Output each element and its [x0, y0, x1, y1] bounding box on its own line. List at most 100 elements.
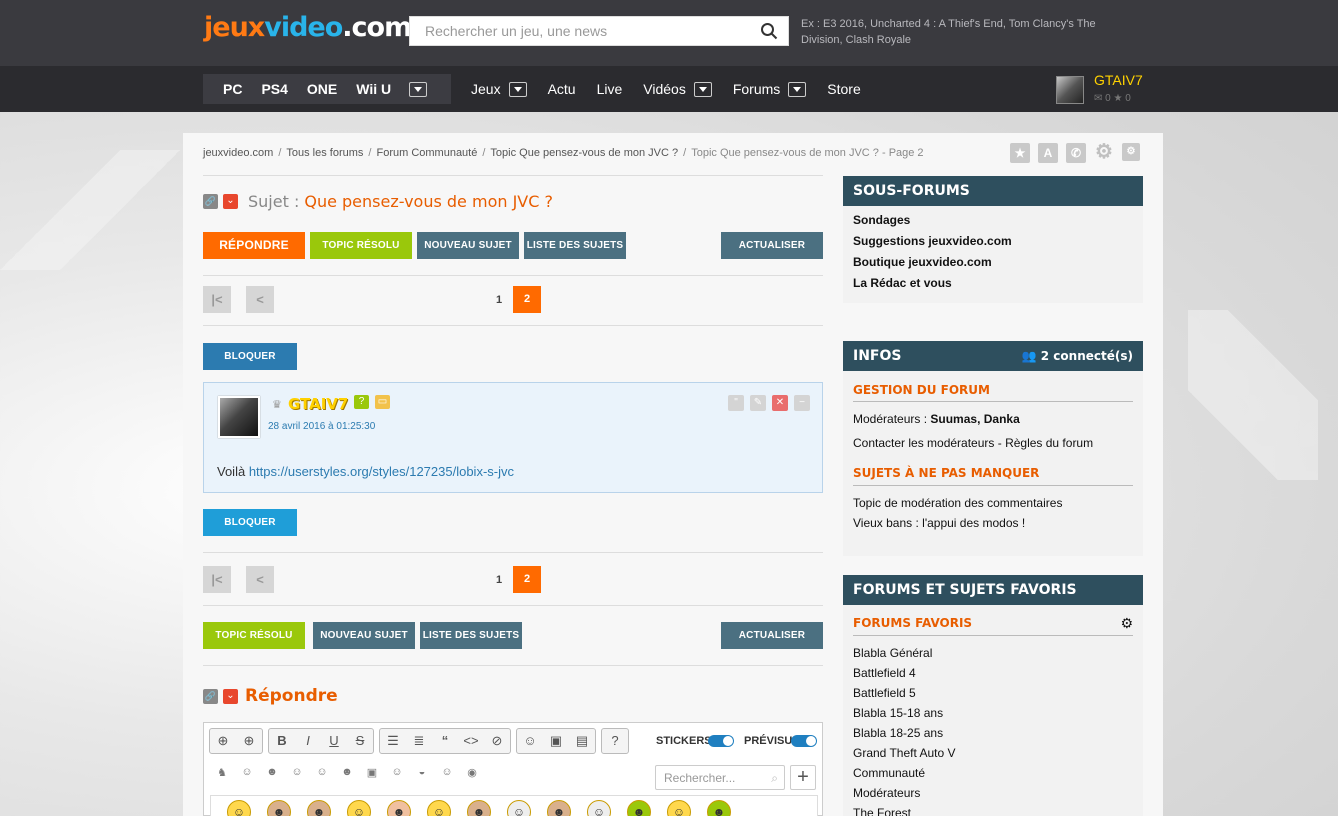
strikethrough-icon[interactable]: S [347, 729, 373, 753]
platform-wiiu[interactable]: Wii U [356, 81, 391, 97]
subforum-link[interactable]: Sondages [843, 213, 1143, 234]
mail-icon[interactable]: ✉ [1094, 93, 1102, 104]
help-icon[interactable]: ? [602, 729, 628, 753]
image-icon[interactable]: ▣ [543, 729, 569, 753]
reply-button[interactable]: RÉPONDRE [203, 232, 305, 259]
nav-store[interactable]: Store [827, 81, 860, 97]
first-page-icon[interactable]: |< [203, 286, 231, 313]
sticker-item[interactable]: ☺ [507, 800, 531, 816]
must-read-link[interactable]: Vieux bans : l'appui des modos ! [843, 516, 1143, 536]
sticker-search-input[interactable]: Rechercher... ⌕ [655, 765, 785, 790]
site-logo[interactable]: jeuxvideo.com [204, 12, 412, 43]
topic-resolved-button[interactable]: TOPIC RÉSOLU [310, 232, 412, 259]
quote-icon[interactable]: " [728, 395, 744, 411]
star-icon[interactable]: ★ [1114, 93, 1123, 104]
sticker-category-icon[interactable]: ☺ [389, 766, 405, 780]
quote-icon[interactable]: “ [432, 729, 458, 753]
platform-ps4[interactable]: PS4 [261, 81, 287, 97]
smiley-icon[interactable]: ☺ [517, 729, 543, 753]
contact-moderators-link[interactable]: Contacter les modérateurs - Règles du fo… [843, 436, 1143, 456]
sticker-category-icon[interactable]: ☻ [264, 766, 280, 780]
sticker-category-icon[interactable]: ☺ [239, 766, 255, 780]
search-icon[interactable] [760, 22, 778, 40]
sticker-item[interactable]: ☻ [467, 800, 491, 816]
prev-page-icon[interactable]: < [246, 286, 274, 313]
favorite-forum-link[interactable]: Communauté [843, 766, 1143, 786]
new-topic-button[interactable]: NOUVEAU SUJET [313, 622, 415, 649]
sticker-item[interactable]: ☻ [547, 800, 571, 816]
collapse-icon[interactable]: ⌄ [223, 688, 238, 704]
nav-jeux[interactable]: Jeux [471, 81, 527, 97]
nav-forums[interactable]: Forums [733, 81, 807, 97]
favorite-forum-link[interactable]: Blabla 18-25 ans [843, 726, 1143, 746]
sticker-item[interactable]: ☺ [227, 800, 251, 816]
nav-videos[interactable]: Vidéos [643, 81, 712, 97]
sticker-item[interactable]: ☻ [267, 800, 291, 816]
globe-icon[interactable]: ⊕ [210, 729, 236, 753]
page-link-1[interactable]: 1 [496, 574, 502, 586]
preview-toggle[interactable] [791, 735, 817, 747]
collapse-icon[interactable]: ⌄ [223, 194, 238, 209]
sticker-category-icon[interactable]: ☻ [339, 766, 355, 780]
breadcrumb-topic[interactable]: Topic Que pensez-vous de mon JVC ? [490, 147, 678, 159]
page-link-1[interactable]: 1 [496, 294, 502, 306]
must-read-link[interactable]: Topic de modération des commentaires [843, 496, 1143, 516]
delete-icon[interactable]: ✕ [772, 395, 788, 411]
sticker-item[interactable]: ☻ [307, 800, 331, 816]
help-icon[interactable]: ? [354, 395, 369, 409]
post-author[interactable]: GTAIV7 [288, 395, 348, 413]
gear-icon[interactable]: ⚙ [1120, 616, 1133, 632]
sticker-category-icon[interactable]: ◉ [464, 766, 480, 780]
avatar[interactable] [1056, 76, 1084, 104]
favorite-star-icon[interactable]: ★ [1010, 143, 1030, 163]
numbered-list-icon[interactable]: ≣ [406, 729, 432, 753]
globe-icon[interactable]: ⊕ [236, 729, 262, 753]
post-date[interactable]: 28 avril 2016 à 01:25:30 [268, 421, 375, 432]
sticker-item[interactable]: ☺ [347, 800, 371, 816]
nav-actu[interactable]: Actu [548, 81, 576, 97]
breadcrumb-home[interactable]: jeuxvideo.com [203, 147, 273, 159]
link-icon[interactable]: 🔗 [203, 688, 218, 704]
moderators-names[interactable]: Suumas, Danka [930, 412, 1019, 426]
sticker-category-icon[interactable]: ◒ [414, 766, 430, 780]
add-sticker-button[interactable]: + [790, 765, 816, 790]
breadcrumb-forum[interactable]: Forum Communauté [376, 147, 477, 159]
edit-icon[interactable]: ✎ [750, 395, 766, 411]
sticker-item[interactable]: ☻ [707, 800, 731, 816]
block-button[interactable]: BLOQUER [203, 343, 297, 370]
platform-one[interactable]: ONE [307, 81, 337, 97]
user-menu[interactable]: GTAIV7 ✉ 0 ★ 0 [1056, 72, 1176, 106]
stickers-toggle[interactable] [708, 735, 734, 747]
breadcrumb-all-forums[interactable]: Tous les forums [286, 147, 363, 159]
folder-icon[interactable]: ▭ [375, 395, 390, 409]
phone-icon[interactable]: ✆ [1066, 143, 1086, 163]
sticker-category-icon[interactable]: ☺ [289, 766, 305, 780]
post-link[interactable]: https://userstyles.org/styles/127235/lob… [249, 464, 514, 479]
avatar[interactable] [218, 396, 260, 438]
favorite-forum-link[interactable]: Blabla 15-18 ans [843, 706, 1143, 726]
sticker-item[interactable]: ☺ [667, 800, 691, 816]
subforum-link[interactable]: Suggestions jeuxvideo.com [843, 234, 1143, 255]
platform-dropdown-icon[interactable] [409, 81, 428, 97]
favorite-forum-link[interactable]: The Forest [843, 806, 1143, 816]
page-current[interactable]: 2 [513, 566, 541, 593]
chevron-down-icon[interactable] [788, 81, 807, 97]
bullet-list-icon[interactable]: ☰ [380, 729, 406, 753]
sticker-category-icon[interactable]: ♞ [214, 766, 230, 780]
prev-page-icon[interactable]: < [246, 566, 274, 593]
refresh-button[interactable]: ACTUALISER [721, 232, 823, 259]
video-icon[interactable]: ▤ [569, 729, 595, 753]
settings-icon[interactable]: ⚙ [1122, 143, 1140, 161]
page-current[interactable]: 2 [513, 286, 541, 313]
sticker-item[interactable]: ☺ [427, 800, 451, 816]
favorite-forum-link[interactable]: Battlefield 4 [843, 666, 1143, 686]
user-name[interactable]: GTAIV7 [1094, 72, 1143, 88]
topic-list-button[interactable]: LISTE DES SUJETS [524, 232, 626, 259]
gear-icon[interactable]: ⚙ [1094, 142, 1114, 163]
favorite-forum-link[interactable]: Grand Theft Auto V [843, 746, 1143, 766]
italic-icon[interactable]: I [295, 729, 321, 753]
sticker-item[interactable]: ☻ [387, 800, 411, 816]
search-icon[interactable]: ⌕ [771, 766, 778, 790]
code-icon[interactable]: <> [458, 729, 484, 753]
topic-list-button[interactable]: LISTE DES SUJETS [420, 622, 522, 649]
